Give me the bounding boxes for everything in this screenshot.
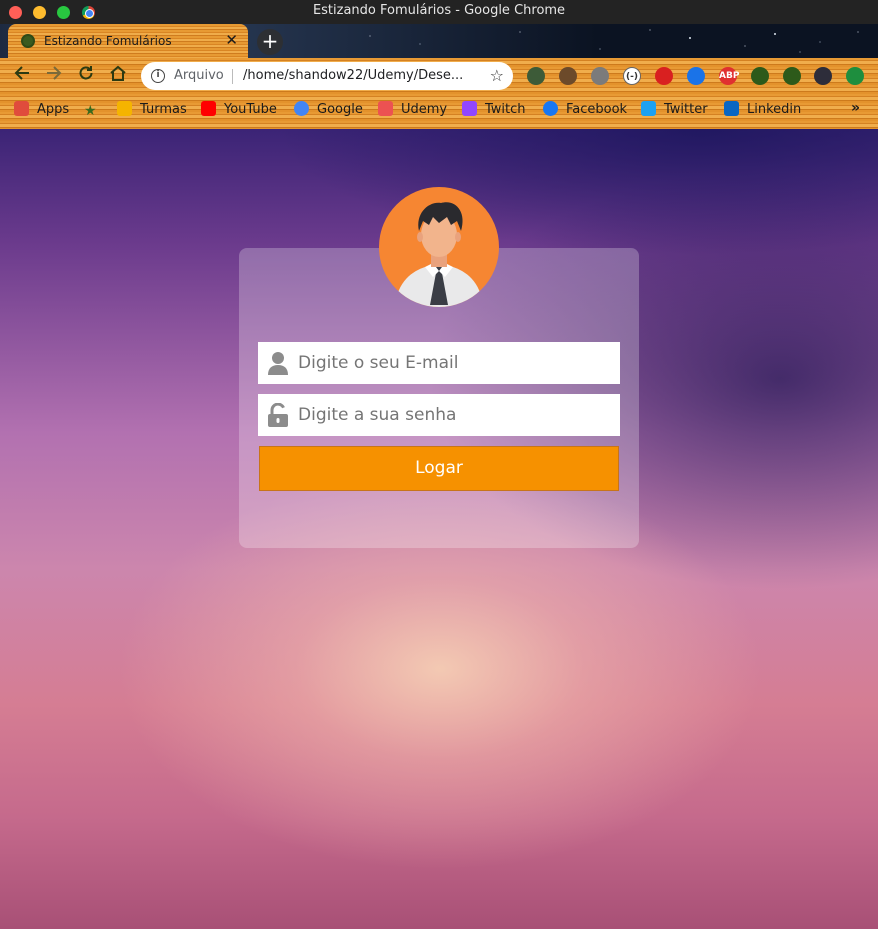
bookmark-label: Twitch [485,102,526,117]
linkedin-icon [724,101,739,116]
email-input[interactable] [298,342,616,384]
profile-avatar-icon[interactable] [814,67,832,85]
password-field [258,394,620,436]
new-tab-button[interactable]: + [257,29,283,55]
toolbar: i Arquivo /home/shandow22/Udemy/Dese... … [0,58,878,94]
bookmark-label: Twitter [664,102,708,117]
star-icon[interactable]: ☆ [490,66,504,85]
user-icon [267,351,289,375]
close-tab-icon[interactable]: ✕ [225,32,238,48]
user-avatar [379,187,499,307]
bookmark-youtube[interactable]: YouTube [201,101,277,117]
bookmark-google[interactable]: Google [294,101,363,117]
bookmark-label: Turmas [140,102,187,117]
bookmark-label: Udemy [401,102,448,117]
gear-extension-icon[interactable] [591,67,609,85]
bookmark-label: Facebook [566,102,628,117]
bookmark-label: Apps [37,102,70,117]
red-arrow-extension-icon[interactable] [655,67,673,85]
home-icon[interactable] [106,64,130,88]
apps-grid-icon [14,101,29,116]
udemy-icon [378,101,393,116]
address-separator [232,69,233,84]
arrow-extension-icon[interactable] [559,67,577,85]
playlist-extension-icon[interactable] [783,67,801,85]
address-scheme-label: Arquivo [174,68,224,83]
translate-extension-icon[interactable] [687,67,705,85]
businessman-avatar-icon [395,202,483,307]
address-url[interactable]: /home/shandow22/Udemy/Dese... [243,68,479,83]
window-title: Estizando Fomulários - Google Chrome [312,3,566,18]
bookmark-linkedin[interactable]: Linkedin [724,101,801,117]
bookmark-label: Google [317,102,363,117]
active-tab[interactable]: Estizando Fomulários ✕ [8,24,248,58]
lock-icon [267,402,289,427]
bookmark-label: Linkedin [747,102,802,117]
title-bar: Estizando Fomulários - Google Chrome [0,0,878,24]
classroom-icon [117,101,132,116]
forward-icon[interactable] [42,64,66,88]
google-icon [294,101,309,116]
bookmark-turmas[interactable]: Turmas [117,101,187,117]
update-icon[interactable] [846,67,864,85]
password-input[interactable] [298,394,616,436]
bookmark-twitter[interactable]: Twitter [641,101,708,117]
facebook-icon [543,101,558,116]
bookmark-twitch[interactable]: Twitch [462,101,526,117]
tab-strip: Estizando Fomulários ✕ + [0,24,878,58]
adblock-extension-icon[interactable]: ABP [719,67,739,85]
spy-extension-icon[interactable] [527,67,545,85]
reload-icon[interactable] [74,64,98,88]
email-field [258,342,620,384]
tab-title: Estizando Fomulários [44,34,172,48]
puzzle-extension-icon[interactable] [751,67,769,85]
address-bar[interactable]: i Arquivo /home/shandow22/Udemy/Dese... … [141,62,513,90]
globe-favicon-icon [21,34,35,48]
bookmark-facebook[interactable]: Facebook [543,101,627,117]
bookmarks-overflow-icon[interactable]: » [851,100,860,116]
twitter-icon [641,101,656,116]
bookmark-apps[interactable]: Apps [14,101,69,117]
twitch-icon [462,101,477,116]
bookmark-udemy[interactable]: Udemy [378,101,447,117]
star-bookmark-icon: ★ [84,103,97,119]
info-icon[interactable]: i [151,69,165,83]
circle-extension-icon[interactable]: (-) [623,67,641,85]
bookmarks-bar: Apps ★ Turmas YouTube Google Udemy Twitch Faceb… [0,94,878,124]
back-icon[interactable] [10,64,34,88]
bookmark-label: YouTube [224,102,277,117]
bookmark-star[interactable]: ★ [84,101,107,119]
youtube-icon [201,101,216,116]
login-button[interactable]: Logar [259,446,619,491]
page-background: Logar [0,129,878,929]
